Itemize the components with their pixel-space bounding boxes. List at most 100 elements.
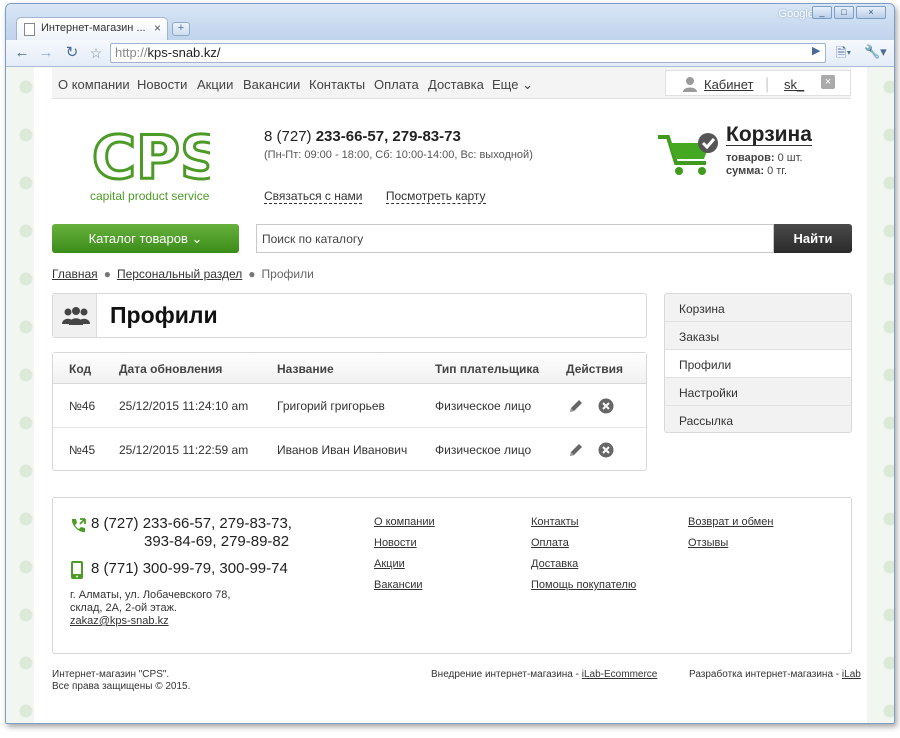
row-date: 25/12/2015 11:24:10 am (119, 399, 249, 413)
footer-link-contacts[interactable]: Контакты (531, 516, 579, 528)
footer-link-promo[interactable]: Акции (374, 558, 405, 570)
wrench-menu-icon[interactable]: 🔧▾ (864, 44, 887, 60)
username-link[interactable]: sk_ (784, 77, 804, 92)
sidebar-item-cart[interactable]: Корзина (665, 294, 851, 322)
sidebar-item-profiles[interactable]: Профили (665, 350, 851, 378)
nav-news[interactable]: Новости (137, 77, 187, 92)
nav-delivery[interactable]: Доставка (428, 77, 484, 92)
phone-incoming-icon (71, 518, 86, 533)
cps-logo[interactable]: CPS capital product service (90, 122, 225, 204)
working-hours: (Пн-Пт: 09:00 - 18:00, Сб: 10:00-14:00, … (264, 149, 533, 161)
sidebar-item-subscription[interactable]: Рассылка (665, 406, 851, 434)
page-viewport: О компании Новости Акции Вакансии Контак… (6, 67, 894, 723)
footer-link-vacancies[interactable]: Вакансии (374, 579, 423, 591)
edit-pencil-icon[interactable] (567, 397, 585, 415)
footer-phone-line1: 8 (727) 233-66-57, 279-83-73, (91, 515, 292, 532)
delete-icon[interactable] (597, 397, 615, 415)
footer-link-returns[interactable]: Возврат и обмен (688, 516, 773, 528)
ilab-link[interactable]: iLab (842, 669, 861, 680)
cart-items-value: 0 шт. (777, 152, 803, 164)
maximize-button[interactable]: □ (834, 6, 854, 19)
breadcrumb-separator: ● (103, 267, 111, 281)
forward-arrow-icon[interactable]: → (36, 44, 56, 62)
copyright-line-1: Интернет-магазин "CPS". (52, 669, 170, 680)
header-phone: 8 (727) 233-66-57, 279-83-73 (264, 128, 533, 145)
sidebar-item-settings[interactable]: Настройки (665, 378, 851, 406)
page-title: Профили (110, 302, 218, 328)
users-group-icon (62, 307, 90, 325)
new-tab-button[interactable]: + (172, 22, 190, 36)
cart-widget[interactable]: Корзина товаров: 0 шт. сумма: 0 тг. (656, 123, 856, 183)
breadcrumb: Главная ● Персональный раздел ● Профили (52, 267, 314, 281)
minimize-button[interactable]: _ (812, 6, 832, 19)
breadcrumb-personal[interactable]: Персональный раздел (117, 267, 242, 281)
nav-more[interactable]: Еще ⌄ (492, 77, 533, 93)
title-icon-cell (53, 294, 97, 337)
table-row: №45 25/12/2015 11:22:59 am Иванов Иван И… (53, 429, 646, 472)
search-input[interactable]: Поиск по каталогу (256, 224, 774, 253)
implementation-text: Внедрение интернет-магазина - (431, 669, 582, 680)
reload-icon[interactable]: ↻ (62, 44, 82, 62)
close-window-button[interactable]: × (856, 6, 886, 19)
cabinet-link[interactable]: Кабинет (704, 77, 753, 92)
col-code: Код (69, 362, 92, 376)
page-menu-icon[interactable]: 🗎▾ (836, 44, 851, 66)
url-host: kps-snab.kz/ (147, 45, 221, 60)
cart-sum: сумма: 0 тг. (726, 165, 787, 177)
footer-link-reviews[interactable]: Отзывы (688, 537, 728, 549)
nav-payment[interactable]: Оплата (374, 77, 419, 92)
catalog-button[interactable]: Каталог товаров ⌄ (52, 224, 239, 253)
window-controls: _ □ × (812, 6, 886, 19)
logo-letters: CPS (92, 123, 210, 184)
url-protocol: http:// (115, 45, 148, 60)
table-header: Код Дата обновления Название Тип платель… (53, 353, 646, 384)
footer-link-about[interactable]: О компании (374, 516, 435, 528)
back-arrow-icon[interactable]: ← (12, 44, 32, 62)
nav-contacts[interactable]: Контакты (309, 77, 365, 92)
row-code: №45 (69, 443, 96, 457)
mobile-phone-icon (71, 561, 83, 579)
divider: | (765, 76, 770, 93)
nav-more-label: Еще (492, 77, 519, 92)
copyright-line-2: Все права защищены © 2015. (52, 681, 191, 692)
footer-link-news[interactable]: Новости (374, 537, 417, 549)
phone-prefix: 8 (727) (264, 128, 316, 145)
nav-vacancies[interactable]: Вакансии (243, 77, 300, 92)
implementation-credit: Внедрение интернет-магазина - iLab-Ecomm… (431, 669, 657, 681)
breadcrumb-home[interactable]: Главная (52, 267, 98, 281)
address-bar[interactable]: http://kps-snab.kz/ (110, 43, 826, 63)
chevron-down-icon: ⌄ (522, 77, 533, 92)
copyright: Интернет-магазин "CPS". Все права защище… (52, 669, 190, 693)
logout-close-icon[interactable]: × (821, 75, 835, 89)
sidebar-item-orders[interactable]: Заказы (665, 322, 851, 350)
bookmark-star-icon[interactable]: ☆ (86, 44, 106, 62)
footer-email[interactable]: zakaz@kps-snab.kz (70, 615, 169, 627)
delete-icon[interactable] (597, 441, 615, 459)
page-icon (24, 23, 35, 36)
cart-items: товаров: 0 шт. (726, 152, 803, 164)
page-container: О компании Новости Акции Вакансии Контак… (34, 67, 867, 723)
tab-close-icon[interactable]: × (154, 21, 161, 35)
go-arrow-icon[interactable]: ▶ (812, 44, 820, 57)
footer-link-delivery[interactable]: Доставка (531, 558, 578, 570)
footer-link-help[interactable]: Помощь покупателю (531, 579, 636, 591)
footer-link-payment[interactable]: Оплата (531, 537, 569, 549)
development-text: Разработка интернет-магазина - (689, 669, 842, 680)
browser-window: Интернет-магазин ... × + Google _ □ × ← … (5, 3, 895, 724)
browser-tab[interactable]: Интернет-магазин ... × (16, 17, 168, 40)
cart-title[interactable]: Корзина (726, 124, 812, 146)
development-credit: Разработка интернет-магазина - iLab (689, 669, 861, 681)
view-map-link[interactable]: Посмотреть карту (385, 189, 486, 204)
title-bar: Интернет-магазин ... × + Google _ □ × (6, 4, 894, 40)
browser-toolbar: ← → ↻ ☆ http://kps-snab.kz/ ▶ 🗎▾ 🔧▾ (6, 40, 894, 67)
header-links: Связаться с нами Посмотреть карту (264, 189, 506, 204)
contact-us-link[interactable]: Связаться с нами (264, 189, 363, 204)
nav-about[interactable]: О компании (58, 77, 130, 92)
nav-promo[interactable]: Акции (197, 77, 233, 92)
ilab-ecommerce-link[interactable]: iLab-Ecommerce (582, 669, 658, 680)
edit-pencil-icon[interactable] (567, 441, 585, 459)
search-button[interactable]: Найти (774, 224, 852, 253)
cart-sum-label: сумма: (726, 165, 765, 177)
address-line-2: склад, 2А, 2-ой этаж. (70, 602, 177, 614)
cart-items-label: товаров: (726, 152, 775, 164)
